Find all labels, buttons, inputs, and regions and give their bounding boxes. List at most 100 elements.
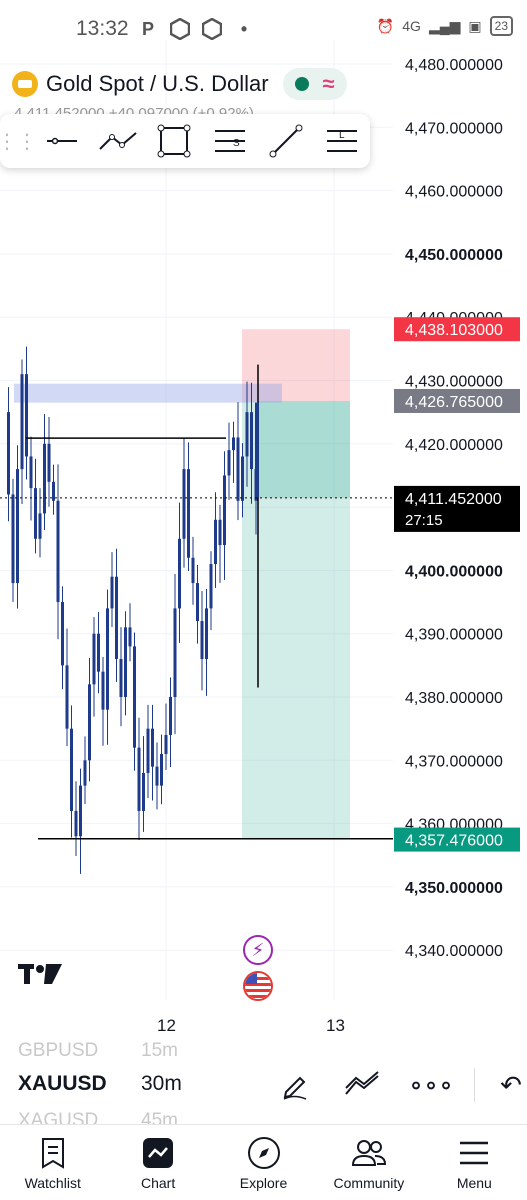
candle-body: [160, 753, 163, 786]
candle-body: [115, 576, 118, 660]
candle-body: [61, 602, 64, 666]
nav-chart[interactable]: Chart: [105, 1125, 210, 1200]
status-notification-icons: P •: [138, 18, 254, 40]
candle-body: [43, 443, 46, 514]
chart-icon: [140, 1135, 176, 1171]
market-open-icon: [294, 77, 309, 91]
time-label-13: 13: [326, 1016, 345, 1035]
nav-explore[interactable]: Explore: [211, 1125, 316, 1200]
lightning-icon[interactable]: ⚡: [243, 935, 273, 965]
svg-text:L: L: [339, 130, 345, 141]
us-flag-icon[interactable]: [243, 971, 273, 1001]
candle-body: [250, 412, 253, 470]
interval-button[interactable]: 30m: [141, 1072, 182, 1096]
symbol-title[interactable]: Gold Spot / U.S. Dollar: [46, 71, 269, 97]
image-icon: ▣: [468, 17, 482, 34]
candle-body: [164, 734, 168, 754]
ghost-symbol-above: GBPUSD: [18, 1040, 99, 1058]
candle-body: [142, 772, 145, 811]
nav-label: Explore: [239, 1175, 288, 1191]
price-tick-label: 4,420.000000: [405, 437, 503, 454]
candle-body: [178, 538, 181, 609]
signal-icon: ▂▄▆: [428, 17, 461, 34]
price-chart[interactable]: 4,480.000000 4,470.000000 4,460.000000 4,45…: [0, 40, 527, 1040]
compass-icon: [246, 1135, 282, 1171]
candle-body: [101, 671, 105, 710]
nav-label: Chart: [140, 1175, 176, 1191]
candle-body: [200, 621, 204, 660]
candle-body: [236, 437, 240, 501]
candle-body: [16, 469, 19, 584]
short-position-icon[interactable]: S: [202, 114, 258, 168]
dot-icon: •: [240, 18, 248, 39]
app-icon: [202, 18, 222, 40]
market-status-pill[interactable]: ≈: [282, 68, 347, 100]
path-icon[interactable]: [90, 114, 146, 168]
more-icon[interactable]: ∘∘∘: [408, 1066, 453, 1104]
candle-body: [196, 583, 199, 622]
wave-icon: ≈: [322, 71, 335, 96]
price-labels: 4,438.103000 4,426.765000 4,357.476000 4,41…: [394, 317, 520, 852]
candle-body: [255, 402, 259, 498]
candle-body: [110, 576, 114, 609]
ghost-interval-above: 15m: [141, 1040, 178, 1058]
candle-body: [29, 456, 33, 489]
supply-zone: [14, 383, 282, 403]
candle-body: [83, 760, 87, 786]
candle-body: [56, 500, 60, 603]
candle-body: [241, 456, 244, 501]
tradingview-logo[interactable]: [18, 962, 62, 991]
candle-body: [169, 697, 172, 735]
symbol-header[interactable]: Gold Spot / U.S. Dollar ≈: [12, 68, 347, 100]
candle-body: [74, 810, 78, 837]
nav-watchlist[interactable]: Watchlist: [0, 1125, 105, 1200]
candle-body: [34, 488, 37, 539]
price-tick-label: 4,350.000000: [405, 880, 503, 897]
symbol-button[interactable]: XAUUSD: [18, 1072, 107, 1096]
candle-body: [7, 412, 10, 495]
nav-menu[interactable]: Menu: [422, 1125, 527, 1200]
candle-body: [79, 785, 82, 837]
indicators-icon[interactable]: [343, 1066, 381, 1104]
ghost-interval-below: 45m: [141, 1110, 178, 1124]
drag-handle-icon[interactable]: ⋮⋮: [0, 129, 37, 154]
candle-body: [47, 443, 51, 482]
price-tick-label: 4,450.000000: [405, 247, 503, 264]
pencil-icon[interactable]: [276, 1066, 314, 1104]
rectangle-icon[interactable]: [146, 114, 202, 168]
price-tick-label: 4,340.000000: [405, 943, 503, 960]
candle-body: [128, 627, 132, 647]
status-time: 13:32: [76, 17, 129, 40]
candle-body: [182, 469, 186, 539]
alarm-icon: ⏰: [376, 17, 395, 34]
network-label: 4G: [402, 18, 421, 34]
candle-body: [70, 728, 73, 811]
nav-label: Community: [333, 1175, 405, 1191]
last-price-tag: 4,411.452000: [405, 491, 502, 508]
price-tick-label: 4,400.000000: [405, 563, 503, 580]
candle-body: [218, 519, 222, 546]
nav-community[interactable]: Community: [316, 1125, 421, 1200]
candle-body: [232, 437, 235, 451]
candle-body: [151, 728, 154, 767]
nav-label: Menu: [456, 1175, 492, 1191]
undo-icon[interactable]: ↶: [492, 1066, 527, 1104]
bottom-nav: Watchlist Chart Explore Community Menu: [0, 1124, 527, 1200]
candle-body: [106, 608, 109, 710]
candle-body: [191, 557, 195, 584]
trend-line-icon[interactable]: [258, 114, 314, 168]
candle-body: [187, 469, 190, 558]
candle-body: [97, 633, 100, 672]
countdown-label: 27:15: [405, 512, 443, 529]
p-icon: P: [141, 18, 154, 39]
candle-body: [209, 564, 213, 609]
menu-icon: [456, 1135, 492, 1171]
candle-body: [52, 481, 55, 501]
long-position-icon[interactable]: L: [314, 114, 370, 168]
position-tool[interactable]: [14, 329, 350, 840]
price-tick-label: 4,380.000000: [405, 690, 503, 707]
candle-body: [88, 684, 91, 761]
candle-body: [119, 659, 123, 697]
horizontal-line-icon[interactable]: [34, 114, 90, 168]
candle-body: [92, 633, 96, 685]
